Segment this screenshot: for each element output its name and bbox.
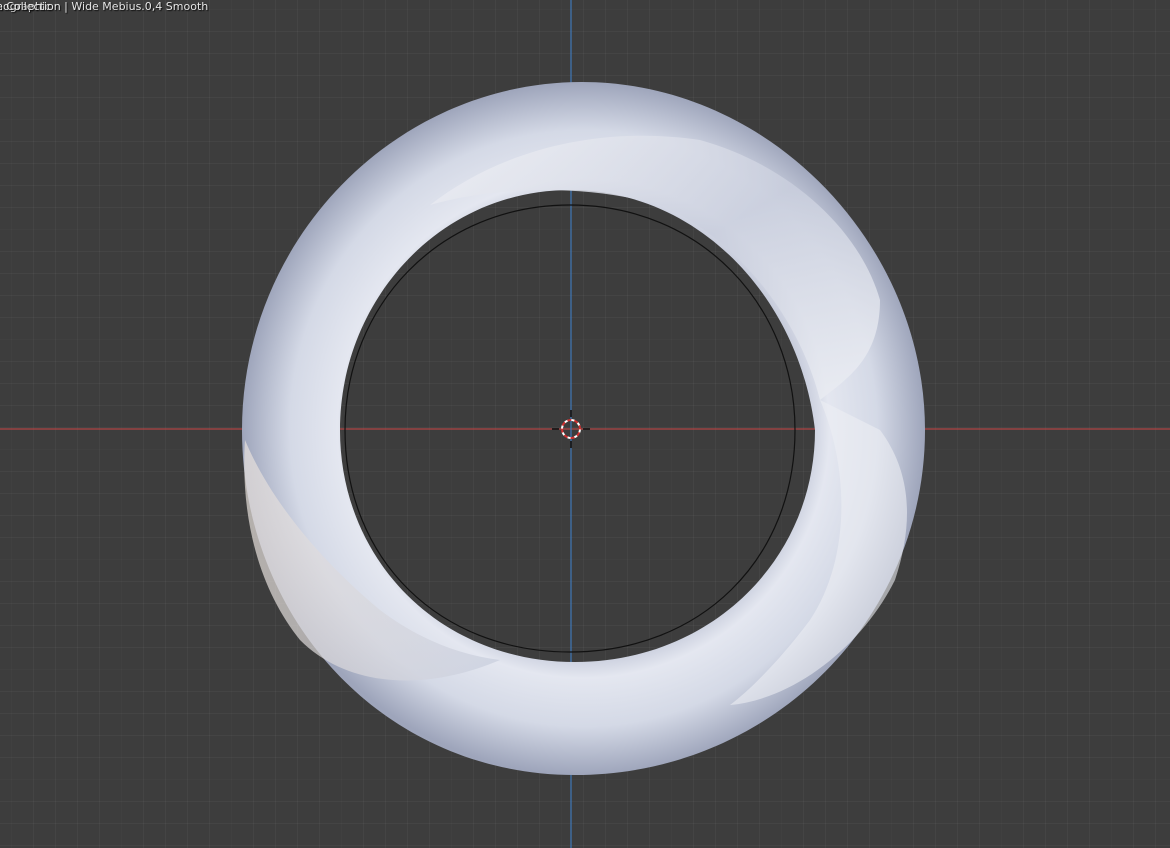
- scene-canvas[interactable]: [0, 0, 1170, 848]
- 3d-viewport[interactable]: nographic e Collection | Wide Mebius.0,4…: [0, 0, 1170, 848]
